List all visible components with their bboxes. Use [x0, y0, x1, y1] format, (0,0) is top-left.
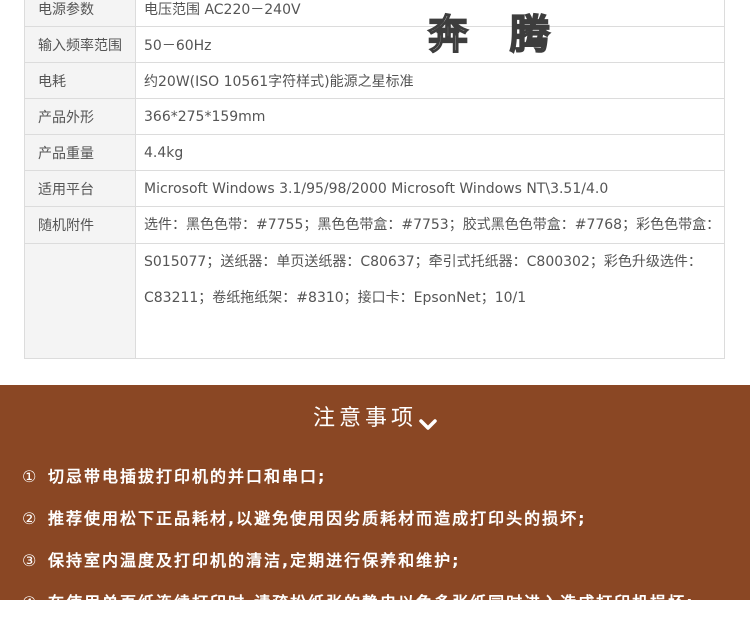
spec-label: 适用平台	[24, 170, 136, 207]
spec-value: 4.4kg	[135, 134, 725, 171]
list-item: ③ 保持室内温度及打印机的清洁,定期进行保养和维护;	[22, 547, 694, 589]
spec-label: 电源参数	[24, 0, 136, 27]
table-row: S015077；送纸器：单页送纸器：C80637；牵引式托纸器：C800302；…	[24, 243, 725, 359]
list-item: ① 切忌带电插拔打印机的并口和串口;	[22, 463, 694, 505]
table-row: 产品外形 366*275*159mm	[24, 98, 725, 135]
spec-label: 产品外形	[24, 98, 136, 135]
item-text: 切忌带电插拔打印机的并口和串口;	[48, 467, 327, 486]
notice-heading: 注意事项	[0, 400, 750, 432]
table-row: 电源参数 电压范围 AC220－240V	[24, 0, 725, 27]
spec-label: 输入频率范围	[24, 26, 136, 63]
item-text: 推荐使用松下正品耗材,以避免使用因劣质耗材而造成打印头的损坏;	[48, 509, 587, 528]
table-row: 产品重量 4.4kg	[24, 134, 725, 171]
item-number: ①	[22, 467, 39, 486]
notice-list: ① 切忌带电插拔打印机的并口和串口; ② 推荐使用松下正品耗材,以避免使用因劣质耗材…	[22, 463, 694, 631]
item-number: ②	[22, 509, 39, 528]
item-text: 在使用单页纸连续打印时,请疏松纸张的静电以免多张纸同时进入造成打印机损坏;	[48, 593, 695, 612]
spec-table: 电源参数 电压范围 AC220－240V 输入频率范围 50－60Hz 电耗 约…	[24, 0, 725, 359]
table-row: 适用平台 Microsoft Windows 3.1/95/98/2000 Mi…	[24, 170, 725, 207]
spec-section: 电源参数 电压范围 AC220－240V 输入频率范围 50－60Hz 电耗 约…	[0, 0, 750, 385]
accessory-line: 选件：黑色色带：#7755；黑色色带盒：#7753；胶式黑色色带盒：#7768；…	[144, 217, 721, 233]
table-row: 电耗 约20W(ISO 10561字符样式)能源之星标准	[24, 62, 725, 99]
list-item: ④ 在使用单页纸连续打印时,请疏松纸张的静电以免多张纸同时进入造成打印机损坏;	[22, 589, 694, 631]
accessory-line: S015077；送纸器：单页送纸器：C80637；牵引式托纸器：C800302；…	[144, 254, 702, 270]
spec-value: 选件：黑色色带：#7755；黑色色带盒：#7753；胶式黑色色带盒：#7768；…	[135, 206, 725, 244]
spec-label: 电耗	[24, 62, 136, 99]
chevron-down-icon	[419, 419, 437, 430]
spec-label: 随机附件	[24, 206, 136, 244]
notice-title: 注意事项	[312, 406, 417, 431]
list-item: ② 推荐使用松下正品耗材,以避免使用因劣质耗材而造成打印头的损坏;	[22, 505, 694, 547]
item-text: 保持室内温度及打印机的清洁,定期进行保养和维护;	[48, 551, 461, 570]
spec-label-empty	[24, 243, 136, 359]
table-row: 输入频率范围 50－60Hz	[24, 26, 725, 63]
brand-watermark: 奔 腾	[427, 10, 564, 59]
spec-label: 产品重量	[24, 134, 136, 171]
spec-value: S015077；送纸器：单页送纸器：C80637；牵引式托纸器：C800302；…	[135, 243, 725, 359]
notice-panel: 注意事项 ① 切忌带电插拔打印机的并口和串口; ② 推荐使用松下正品耗材,以避免使用…	[0, 385, 750, 612]
item-number: ③	[22, 551, 39, 570]
spec-value: Microsoft Windows 3.1/95/98/2000 Microso…	[135, 170, 725, 207]
table-row: 随机附件 选件：黑色色带：#7755；黑色色带盒：#7753；胶式黑色色带盒：#…	[24, 206, 725, 244]
item-number: ④	[22, 593, 39, 612]
spec-value: 366*275*159mm	[135, 98, 725, 135]
spec-value: 约20W(ISO 10561字符样式)能源之星标准	[135, 62, 725, 99]
accessory-line: C83211；卷纸拖纸架：#8310；接口卡：EpsonNet；10/1	[144, 290, 527, 306]
